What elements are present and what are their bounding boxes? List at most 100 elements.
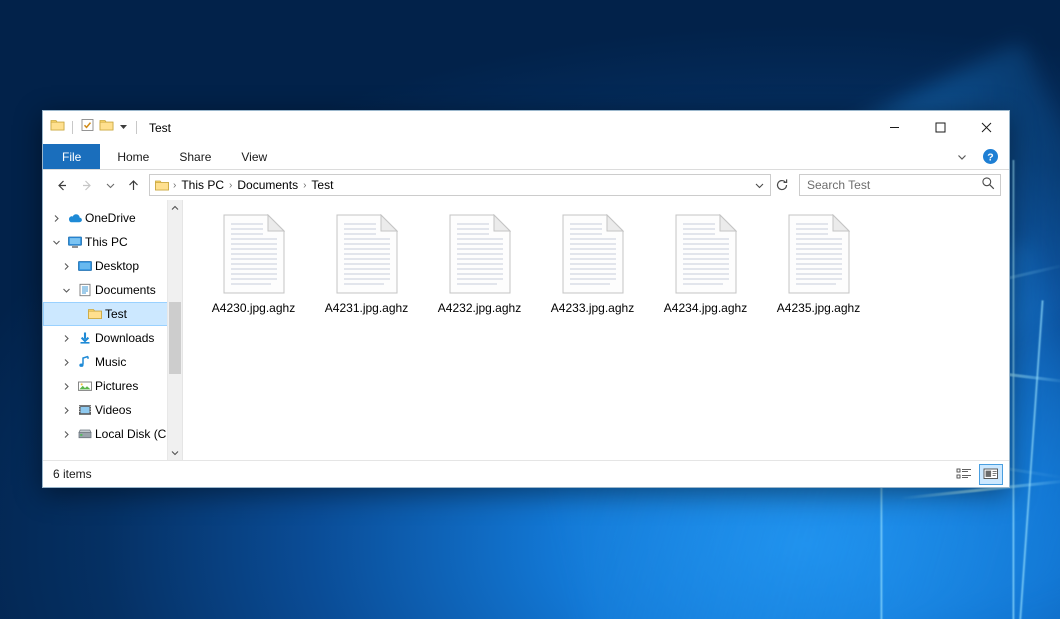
music-note-icon [75, 355, 95, 369]
file-name: A4231.jpg.aghz [325, 301, 408, 315]
tab-file[interactable]: File [43, 144, 100, 169]
list-item[interactable]: A4235.jpg.aghz [762, 210, 875, 321]
scroll-up-arrow-icon[interactable] [168, 200, 182, 215]
tab-home[interactable]: Home [102, 144, 164, 169]
sidebar-item-desktop[interactable]: Desktop [43, 254, 182, 278]
minimize-button[interactable] [871, 111, 917, 144]
sidebar-item-this-pc[interactable]: This PC [43, 230, 182, 254]
generic-file-icon [449, 214, 511, 294]
generic-file-icon [788, 214, 850, 294]
address-bar-row: › This PC › Documents › Test Search Test [43, 170, 1009, 200]
scroll-down-arrow-icon[interactable] [168, 445, 182, 460]
downloads-arrow-icon [75, 331, 95, 345]
address-dropdown-chevron-icon[interactable] [750, 175, 768, 195]
folder-icon [85, 307, 105, 321]
close-button[interactable] [963, 111, 1009, 144]
chevron-right-icon[interactable] [57, 262, 75, 271]
chevron-down-icon[interactable] [57, 286, 75, 295]
videos-icon [75, 403, 95, 417]
navigation-scrollbar[interactable] [167, 200, 182, 460]
sidebar-item-onedrive[interactable]: OneDrive [43, 206, 182, 230]
list-item[interactable]: A4230.jpg.aghz [197, 210, 310, 321]
pictures-icon [75, 379, 95, 393]
sidebar-label-this-pc: This PC [85, 235, 128, 249]
file-name: A4230.jpg.aghz [212, 301, 295, 315]
title-bar[interactable]: Test [43, 111, 1009, 144]
refresh-icon[interactable] [773, 175, 791, 195]
maximize-button[interactable] [917, 111, 963, 144]
file-name: A4235.jpg.aghz [777, 301, 860, 315]
generic-file-icon [223, 214, 285, 294]
chevron-right-icon[interactable] [57, 334, 75, 343]
documents-icon [75, 283, 95, 297]
ribbon-right-controls: ? [949, 144, 1009, 169]
breadcrumb-this-pc[interactable]: This PC [177, 177, 228, 193]
chevron-right-icon[interactable] [57, 382, 75, 391]
breadcrumb-test[interactable]: Test [307, 177, 337, 193]
back-button[interactable] [49, 173, 73, 197]
breadcrumb-documents[interactable]: Documents [233, 177, 302, 193]
desktop-background: Test File Home Share View [0, 0, 1060, 619]
sidebar-item-videos[interactable]: Videos [43, 398, 182, 422]
view-mode-buttons [952, 464, 1003, 485]
toolbar-separator [72, 121, 73, 134]
recent-locations-chevron-icon[interactable] [101, 173, 119, 197]
ribbon-tab-bar: File Home Share View ? [43, 144, 1009, 170]
list-item[interactable]: A4233.jpg.aghz [536, 210, 649, 321]
list-item[interactable]: A4234.jpg.aghz [649, 210, 762, 321]
search-input[interactable]: Search Test [799, 174, 1001, 196]
sidebar-item-pictures[interactable]: Pictures [43, 374, 182, 398]
sidebar-label-documents: Documents [95, 283, 156, 297]
sidebar-label-local-disk-c: Local Disk (C:) [95, 427, 174, 441]
file-name: A4233.jpg.aghz [551, 301, 634, 315]
sidebar-item-test[interactable]: Test [43, 302, 182, 326]
file-name: A4234.jpg.aghz [664, 301, 747, 315]
details-view-button[interactable] [952, 464, 976, 485]
item-count-label: 6 items [53, 467, 92, 481]
tab-share[interactable]: Share [164, 144, 226, 169]
file-list-pane[interactable]: A4230.jpg.aghz A4231.j [183, 200, 1009, 460]
svg-text:?: ? [987, 151, 993, 163]
sidebar-item-local-disk-c[interactable]: Local Disk (C:) [43, 422, 182, 446]
chevron-right-icon[interactable] [47, 214, 65, 223]
file-grid: A4230.jpg.aghz A4231.j [197, 210, 1009, 321]
chevron-down-icon[interactable] [47, 238, 65, 247]
file-explorer-window: Test File Home Share View [42, 110, 1010, 488]
properties-icon[interactable] [80, 118, 95, 137]
search-icon[interactable] [981, 176, 995, 195]
toolbar-separator-2 [136, 121, 137, 134]
generic-file-icon [675, 214, 737, 294]
chevron-right-icon[interactable] [57, 406, 75, 415]
help-icon[interactable]: ? [977, 145, 1003, 169]
large-icons-view-button[interactable] [979, 464, 1003, 485]
chevron-right-icon[interactable] [57, 430, 75, 439]
scrollbar-thumb[interactable] [169, 302, 181, 373]
address-bar[interactable]: › This PC › Documents › Test [149, 174, 771, 196]
search-placeholder: Search Test [807, 178, 981, 192]
sidebar-label-pictures: Pictures [95, 379, 138, 393]
sidebar-label-desktop: Desktop [95, 259, 139, 273]
generic-file-icon [336, 214, 398, 294]
tab-view[interactable]: View [226, 144, 282, 169]
chevron-right-icon[interactable] [57, 358, 75, 367]
navigation-pane: OneDrive This PC Desktop Documents [43, 200, 183, 460]
up-button[interactable] [121, 173, 145, 197]
address-folder-icon [154, 179, 172, 192]
sidebar-label-onedrive: OneDrive [85, 211, 136, 225]
sidebar-item-music[interactable]: Music [43, 350, 182, 374]
sidebar-item-downloads[interactable]: Downloads [43, 326, 182, 350]
sidebar-item-documents[interactable]: Documents [43, 278, 182, 302]
status-bar: 6 items [43, 460, 1009, 487]
sidebar-label-downloads: Downloads [95, 331, 154, 345]
new-folder-icon[interactable] [99, 118, 114, 137]
scrollbar-track[interactable] [168, 215, 182, 445]
window-title: Test [149, 121, 171, 135]
forward-button [75, 173, 99, 197]
expand-ribbon-chevron-icon[interactable] [949, 145, 975, 169]
sidebar-label-music: Music [95, 355, 126, 369]
folder-icon[interactable] [50, 118, 65, 137]
onedrive-cloud-icon [65, 211, 85, 225]
chevron-down-icon[interactable] [118, 119, 129, 137]
list-item[interactable]: A4231.jpg.aghz [310, 210, 423, 321]
list-item[interactable]: A4232.jpg.aghz [423, 210, 536, 321]
